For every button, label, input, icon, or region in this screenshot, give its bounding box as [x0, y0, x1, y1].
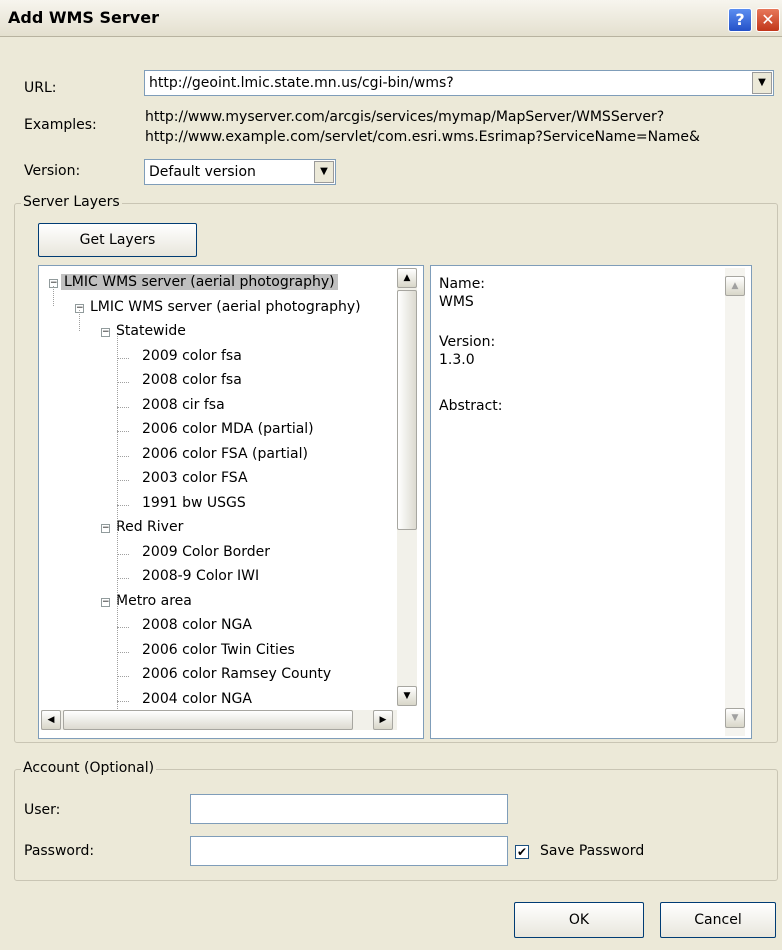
window-title: Add WMS Server [8, 8, 159, 27]
examples-label: Examples: [24, 117, 97, 133]
tree-connector [117, 455, 129, 457]
version-select[interactable]: Default version ▼ [144, 159, 336, 185]
details-version-label: Version: [439, 334, 496, 350]
scroll-thumb[interactable] [397, 290, 417, 530]
tree-item[interactable]: Red River [113, 519, 186, 535]
layer-details-panel: Name: WMS Version: 1.3.0 Abstract: ▲ ▼ [430, 265, 752, 739]
save-password-checkbox[interactable]: ✔ [515, 845, 529, 859]
tree-item[interactable]: LMIC WMS server (aerial photography) [61, 274, 338, 290]
tree-item[interactable]: LMIC WMS server (aerial photography) [87, 299, 364, 315]
tree-item[interactable]: 2008-9 Color IWI [139, 568, 262, 584]
version-value: Default version [149, 164, 256, 180]
save-password-label[interactable]: Save Password [540, 843, 644, 859]
ok-button[interactable]: OK [514, 902, 644, 938]
tree-item[interactable]: 2004 color NGA [139, 691, 255, 707]
example-url-1: http://www.myserver.com/arcgis/services/… [145, 109, 665, 125]
tree-connector [117, 480, 129, 481]
details-abstract-label: Abstract: [439, 398, 503, 414]
tree-connector [117, 651, 129, 653]
version-label: Version: [24, 163, 81, 179]
server-layers-legend: Server Layers [21, 194, 122, 210]
collapse-icon[interactable]: − [101, 328, 110, 337]
cancel-label: Cancel [694, 912, 742, 928]
collapse-icon[interactable]: − [101, 524, 110, 533]
scroll-right-icon[interactable]: ▶ [373, 710, 393, 730]
help-button[interactable]: ? [728, 8, 752, 32]
help-icon: ? [735, 10, 745, 29]
layers-tree[interactable]: − LMIC WMS server (aerial photography) − LM… [38, 265, 424, 739]
scroll-up-icon[interactable]: ▲ [397, 268, 417, 288]
close-icon: ✕ [761, 10, 775, 29]
tree-item[interactable]: 2003 color FSA [139, 470, 251, 486]
details-name-value: WMS [439, 294, 474, 310]
collapse-icon[interactable]: − [101, 597, 110, 607]
tree-item[interactable]: 1991 bw USGS [139, 495, 249, 511]
get-layers-label: Get Layers [79, 232, 156, 248]
url-combobox[interactable]: http://geoint.lmic.state.mn.us/cgi-bin/w… [144, 70, 774, 96]
details-scrollbar[interactable]: ▲ ▼ [725, 268, 745, 736]
scroll-down-icon[interactable]: ▼ [725, 708, 745, 728]
tree-item[interactable]: 2008 cir fsa [139, 397, 228, 413]
scroll-thumb-horizontal[interactable] [63, 710, 353, 730]
tree-item[interactable]: 2006 color FSA (partial) [139, 446, 311, 462]
tree-connector [53, 286, 54, 306]
scroll-left-icon[interactable]: ◀ [41, 710, 61, 730]
checkmark-icon: ✔ [516, 845, 528, 859]
tree-item[interactable]: Metro area [113, 593, 195, 609]
tree-connector [79, 310, 80, 331]
get-layers-button[interactable]: Get Layers [38, 223, 197, 257]
tree-item[interactable]: 2008 color NGA [139, 617, 255, 633]
tree-item[interactable]: 2009 color fsa [139, 348, 245, 364]
cancel-button[interactable]: Cancel [660, 902, 776, 938]
tree-item[interactable]: 2006 color MDA (partial) [139, 421, 317, 437]
password-label: Password: [24, 843, 95, 859]
ok-label: OK [568, 912, 590, 928]
scroll-up-icon[interactable]: ▲ [725, 276, 745, 296]
user-field[interactable] [190, 794, 508, 824]
tree-item[interactable]: 2008 color fsa [139, 372, 245, 388]
tree-connector [117, 357, 129, 359]
tree-connector [117, 406, 129, 408]
tree-item[interactable]: 2009 Color Border [139, 544, 273, 560]
tree-connector [117, 504, 129, 506]
scroll-down-icon[interactable]: ▼ [397, 686, 417, 706]
title-bar[interactable]: Add WMS Server ? ✕ [0, 0, 782, 37]
chevron-down-icon[interactable]: ▼ [314, 161, 334, 183]
chevron-down-icon[interactable]: ▼ [752, 72, 772, 94]
tree-item[interactable]: 2006 color Twin Cities [139, 642, 298, 658]
user-label: User: [24, 802, 61, 818]
account-legend: Account (Optional) [21, 760, 157, 776]
tree-connector [117, 700, 129, 702]
password-field[interactable] [190, 836, 508, 866]
url-value: http://geoint.lmic.state.mn.us/cgi-bin/w… [149, 75, 454, 91]
tree-item[interactable]: Statewide [113, 323, 189, 339]
tree-vertical-scrollbar[interactable]: ▲ ▼ [397, 268, 417, 706]
tree-connector [117, 553, 129, 555]
tree-connector [117, 336, 118, 711]
tree-connector [117, 578, 129, 579]
tree-horizontal-scrollbar[interactable]: ◀ ▶ [41, 710, 397, 730]
close-button[interactable]: ✕ [756, 8, 780, 32]
tree-connector [117, 382, 129, 383]
tree-connector [117, 676, 129, 677]
url-label: URL: [24, 80, 57, 96]
details-name-label: Name: [439, 276, 486, 292]
tree-connector [117, 627, 129, 628]
details-version-value: 1.3.0 [439, 352, 475, 368]
tree-connector [117, 431, 129, 432]
tree-item[interactable]: 2006 color Ramsey County [139, 666, 334, 682]
example-url-2: http://www.example.com/servlet/com.esri.… [145, 129, 700, 145]
